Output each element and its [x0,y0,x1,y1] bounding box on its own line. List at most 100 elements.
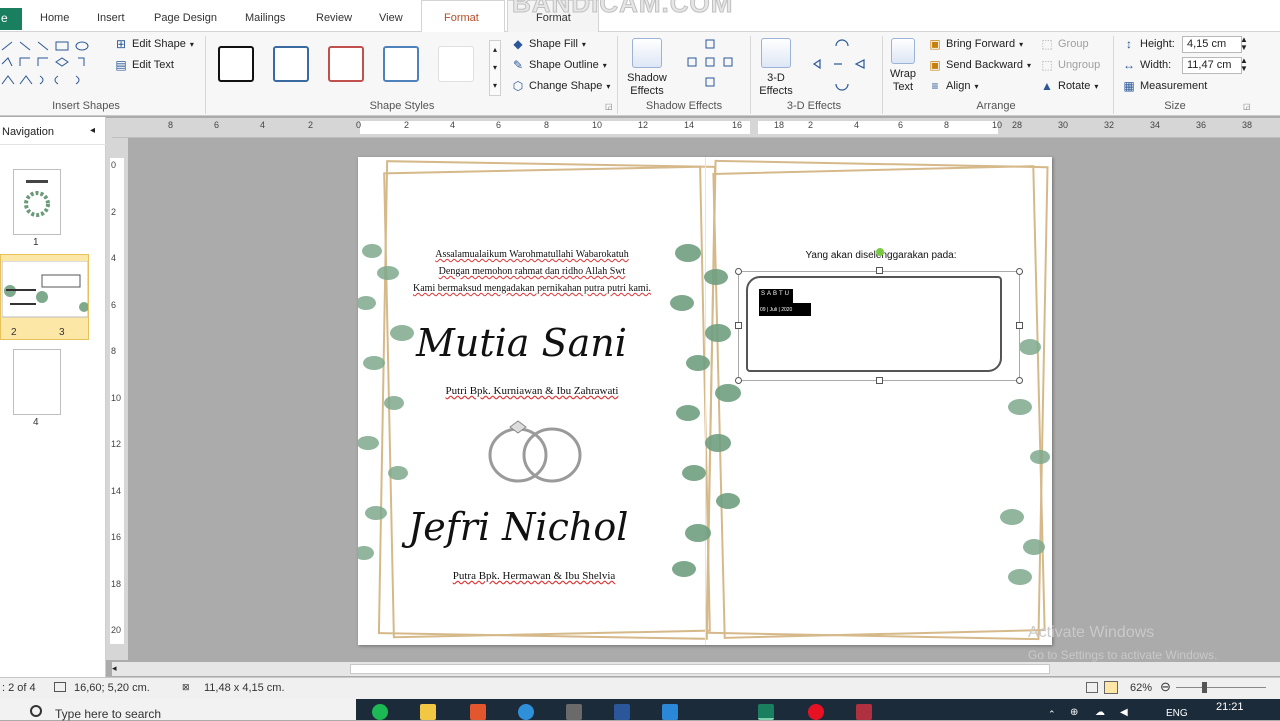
tray-volume-icon[interactable]: ◀ [1120,707,1128,718]
clock-time[interactable]: 21:21 [1216,701,1244,713]
wrap-text-button[interactable]: Wrap Text [884,38,922,94]
rotate-handle[interactable] [876,248,884,256]
word-icon[interactable] [614,704,630,720]
shape-outline-button[interactable]: ✎ Shape Outline ▾ [511,58,607,72]
scrollbar-thumb[interactable] [350,664,1050,674]
tab-insert[interactable]: Insert [97,12,125,24]
horizontal-scrollbar[interactable]: ◂ [112,662,1280,676]
height-field[interactable]: 4,15 cm [1182,36,1242,53]
size-dialog-launcher-icon[interactable]: ◲ [1243,102,1251,111]
group-button[interactable]: ⬚ Group [1040,37,1088,51]
ruler-tick-label: 8 [944,120,950,130]
edit-text-button[interactable]: ▤ Edit Text [114,58,174,72]
tray-network-icon[interactable]: ⊕ [1070,707,1078,718]
send-backward-icon: ▣ [929,58,941,72]
shape-style-light-blue[interactable] [383,46,419,82]
rotate-button[interactable]: ▲ Rotate ▾ [1040,79,1098,93]
width-field[interactable]: 11,47 cm [1182,57,1242,74]
resize-handle[interactable] [1016,268,1023,275]
ruler-tick-label: 2 [308,120,314,130]
resize-handle[interactable] [735,322,742,329]
selected-shape-bounding-box[interactable]: SABTU 09 | Juli | 2020 [738,271,1020,381]
collapse-chevron-icon[interactable]: ◂ [90,125,95,136]
measurement-button[interactable]: ▦ Measurement [1122,79,1207,93]
tray-chevron-icon[interactable]: ⌃ [1048,709,1056,720]
shape-fill-button[interactable]: ◆ Shape Fill ▾ [511,37,586,51]
resize-handle[interactable] [735,268,742,275]
video-app-icon[interactable] [856,704,872,720]
bring-forward-button[interactable]: ▣ Bring Forward ▾ [928,37,1023,51]
mail-icon[interactable] [662,704,678,720]
ungroup-button[interactable]: ⬚ Ungroup [1040,58,1100,72]
tab-format-active[interactable]: Format [444,10,479,26]
page-thumbnail-4[interactable] [13,349,61,415]
resize-handle[interactable] [735,377,742,384]
align-button[interactable]: ≡ Align ▾ [928,79,978,93]
tab-file[interactable]: e [0,8,22,30]
zoom-out-icon[interactable]: ⊖ [1160,679,1171,695]
edit-text-label: Edit Text [132,59,174,71]
search-placeholder: Type here to search [55,707,162,721]
shapes-gallery[interactable] [0,38,100,94]
3d-effects-button[interactable]: 3-D Effects [754,38,798,98]
ruler-tick-label: 14 [684,120,695,130]
zoom-slider-track[interactable] [1176,687,1266,688]
zoom-level[interactable]: 62% [1130,682,1152,694]
shape-style-gray[interactable] [438,46,474,82]
edit-shape-button[interactable]: ⊞ Edit Shape ▾ [114,37,194,51]
send-backward-button[interactable]: ▣ Send Backward ▾ [928,58,1031,72]
tab-home[interactable]: Home [40,12,69,24]
two-page-view-icon[interactable] [1104,681,1118,694]
ruler-tick-label: 12 [111,439,122,449]
page-thumbnail-1[interactable] [13,169,61,235]
spotify-icon[interactable] [372,704,388,720]
horizontal-ruler[interactable]: 8 6 4 2 0 2 4 6 8 10 12 14 16 18 2 4 6 8 10 28 30 32 34 36 38 [112,118,1280,138]
shape-styles-scroll[interactable]: ▴ ▾ ▾ [489,40,501,96]
tab-mailings[interactable]: Mailings [245,12,285,24]
ruler-tick-label: 8 [111,346,117,356]
ungroup-icon: ⬚ [1041,58,1053,72]
height-label: ↕ Height: [1122,37,1175,51]
tab-review[interactable]: Review [316,12,352,24]
dialog-launcher-icon[interactable]: ◲ [605,102,613,111]
recorder-watermark: BANDICAM.COM [511,0,734,19]
tab-page-design[interactable]: Page Design [154,12,217,24]
resize-handle[interactable] [1016,377,1023,384]
3d-tilt-controls[interactable] [808,36,878,98]
ruler-tick-label: 6 [496,120,502,130]
taskbar-search-box[interactable]: Type here to search [0,699,356,721]
tray-onedrive-icon[interactable]: ☁ [1095,707,1105,718]
shape-style-black[interactable] [218,46,254,82]
resize-handle[interactable] [876,267,883,274]
shadow-effects-button[interactable]: Shadow Effects [624,38,670,98]
single-page-view-icon[interactable] [1086,682,1098,693]
insert-shapes-group-label: Insert Shapes [52,100,120,112]
change-shape-button[interactable]: ⬡ Change Shape ▾ [511,79,611,93]
tab-view[interactable]: View [379,12,403,24]
align-icon: ≡ [931,79,939,93]
resize-handle[interactable] [1016,322,1023,329]
publisher-icon[interactable] [758,704,774,720]
shape-style-red[interactable] [328,46,364,82]
height-spinner[interactable]: ▲ ▼ [1240,36,1248,52]
width-spinner[interactable]: ▲ ▼ [1240,57,1248,73]
vertical-ruler[interactable]: 0 2 4 6 8 10 12 14 16 18 20 [106,140,128,660]
size-group-label: Size [1164,100,1186,112]
shadow-nudge-controls[interactable] [676,36,746,98]
ruler-tick-label: 38 [1242,120,1253,130]
edge-icon[interactable] [518,704,534,720]
file-explorer-icon[interactable] [420,704,436,720]
shape-style-blue[interactable] [273,46,309,82]
resize-handle[interactable] [876,377,883,384]
page-indicator[interactable]: : 2 of 4 [2,682,36,694]
app-icon[interactable] [470,704,486,720]
zoom-slider-thumb[interactable] [1202,682,1207,693]
object-size: 11,48 x 4,15 cm. [204,682,285,694]
record-icon[interactable] [808,704,824,720]
publication-page[interactable]: Assalamualaikum Warohmatullahi Wabarokat… [358,157,1052,645]
input-language[interactable]: ENG [1166,708,1188,719]
page-thumbnail-2-3-selected[interactable]: 2 3 [0,254,89,340]
store-icon[interactable] [566,704,582,720]
scroll-left-icon[interactable]: ◂ [112,663,117,674]
groom-parents: Putra Bpk. Hermawan & Ibu Shelvia [452,570,616,582]
